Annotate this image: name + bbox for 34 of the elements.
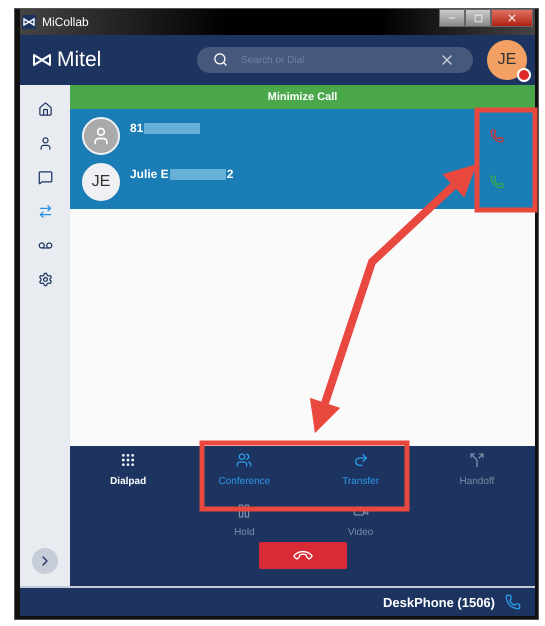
close-button[interactable] — [491, 9, 533, 27]
chat-icon — [38, 170, 52, 184]
person-icon — [38, 136, 52, 150]
search-icon — [213, 52, 228, 67]
minimize-call-button[interactable]: Minimize Call — [70, 85, 535, 109]
arrow-icon — [352, 452, 369, 468]
close-icon — [506, 12, 518, 24]
people-icon — [236, 452, 252, 468]
conference-button[interactable]: Conference — [186, 452, 302, 487]
redaction-blur — [170, 168, 226, 180]
device-label: DeskPhone (1506) — [383, 594, 495, 610]
home-icon — [38, 102, 52, 116]
split-icon — [468, 452, 485, 468]
caller-name: Julie E — [130, 167, 169, 181]
dialpad-icon — [120, 452, 136, 468]
maximize-button[interactable] — [465, 9, 491, 27]
pause-icon — [236, 503, 252, 519]
caller-name: 81 — [130, 121, 144, 135]
arrows-icon — [38, 204, 52, 218]
settings-icon — [38, 272, 52, 286]
maximize-icon — [474, 14, 482, 22]
phone-icon — [505, 594, 521, 610]
expand-button[interactable] — [32, 548, 58, 574]
window-title: MiCollab — [42, 15, 89, 29]
minimize-button[interactable] — [439, 9, 465, 27]
transfer-button[interactable]: Transfer — [302, 452, 419, 487]
logo-icon — [32, 53, 52, 67]
contact-avatar: JE — [82, 163, 120, 201]
redaction-blur — [144, 122, 200, 134]
dialpad-button[interactable]: Dialpad — [70, 452, 186, 487]
brand-name: Mitel — [57, 48, 102, 72]
hang-up-button[interactable] — [258, 542, 346, 569]
caller-name: 2 — [226, 167, 234, 181]
app-logo-icon — [22, 15, 36, 29]
